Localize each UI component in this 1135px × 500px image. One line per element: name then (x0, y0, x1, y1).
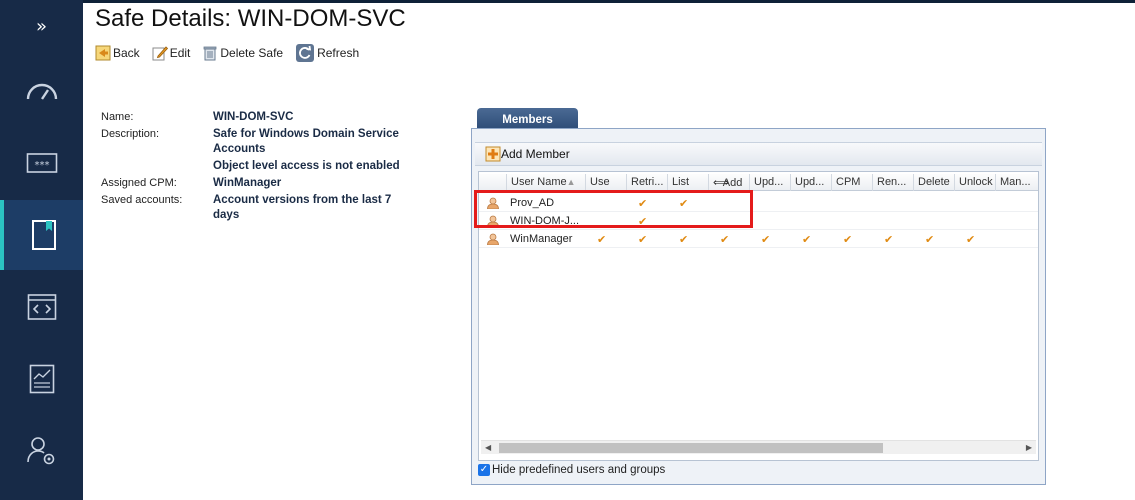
add-member-button[interactable]: Add Member (485, 146, 570, 162)
column-cpm[interactable]: CPM (831, 174, 872, 191)
name-label: Name: (101, 111, 134, 123)
delete-safe-button[interactable]: Delete Safe (202, 43, 283, 63)
column-use[interactable]: Use (585, 174, 626, 191)
name-value: WIN-DOM-SVC (213, 111, 294, 123)
user-settings-icon (26, 437, 54, 465)
back-label: Back (113, 46, 140, 60)
back-arrow-icon (95, 45, 111, 61)
checkbox-checked-icon[interactable]: ✓ (478, 464, 490, 476)
sidebar-item-applications[interactable] (0, 272, 83, 342)
saved-accounts-label: Saved accounts: (101, 194, 183, 206)
scroll-right-icon[interactable]: ▶ (1026, 441, 1032, 455)
user-name-cell[interactable]: WinManager (510, 230, 572, 248)
saved-accounts-value: Account versions from the last 7 days (213, 194, 392, 221)
permission-check-icon: ✔ (925, 233, 935, 246)
highlight-annotation-box (474, 190, 753, 228)
description-label: Description: (101, 128, 160, 140)
column-delete[interactable]: Delete (913, 174, 954, 191)
column-add[interactable]: ⟺Add (708, 174, 749, 191)
refresh-button[interactable]: Refresh (295, 43, 359, 63)
sidebar: » *** (0, 0, 83, 500)
permission-check-icon: ✔ (802, 233, 812, 246)
description-value: Safe for Windows Domain Service Accounts (213, 128, 399, 155)
scrollbar-thumb[interactable] (499, 443, 883, 453)
sidebar-item-passwords[interactable]: *** (0, 128, 83, 198)
scroll-left-icon[interactable]: ◀ (485, 441, 491, 455)
column-update-content[interactable]: Upd... (749, 174, 790, 191)
horizontal-scrollbar[interactable]: ◀ ▶ (481, 440, 1036, 454)
access-note: Object level access is not enabled (213, 160, 400, 172)
permission-check-icon: ✔ (761, 233, 771, 246)
column-list[interactable]: List (667, 174, 708, 191)
action-toolbar: Back Edit Delete Safe Refresh (95, 43, 371, 63)
sidebar-item-dashboard[interactable] (0, 56, 83, 126)
sidebar-item-administration[interactable] (0, 416, 83, 486)
column-rename[interactable]: Ren... (872, 174, 913, 191)
sort-asc-icon: ▲ (566, 177, 576, 187)
table-row[interactable]: WinManager ✔ ✔ ✔ ✔ ✔ ✔ ✔ ✔ ✔ ✔ (479, 230, 1038, 248)
column-update-properties[interactable]: Upd... (790, 174, 831, 191)
add-member-label: Add Member (501, 147, 570, 161)
dashboard-gauge-icon (26, 83, 57, 100)
assigned-cpm-value: WinManager (213, 177, 282, 189)
permission-check-icon: ✔ (638, 233, 648, 246)
hide-predefined-checkbox[interactable]: ✓ Hide predefined users and groups (478, 464, 665, 476)
svg-text:***: *** (34, 160, 49, 171)
permission-check-icon: ✔ (966, 233, 976, 246)
permission-check-icon: ✔ (843, 233, 853, 246)
header-icon-column (479, 174, 506, 191)
top-border (0, 0, 1135, 3)
report-chart-icon (29, 364, 54, 394)
trash-icon (203, 46, 217, 61)
permission-check-icon: ✔ (597, 233, 607, 246)
code-window-icon (27, 294, 56, 320)
assigned-cpm-label: Assigned CPM: (101, 177, 177, 189)
hide-predefined-label: Hide predefined users and groups (492, 464, 666, 476)
delete-safe-label: Delete Safe (220, 46, 284, 60)
edit-label: Edit (169, 46, 191, 60)
column-manage[interactable]: Man... (995, 174, 1038, 191)
edit-pencil-icon (152, 46, 168, 61)
permission-check-icon: ✔ (720, 233, 730, 246)
tab-members[interactable]: Members (477, 108, 578, 129)
back-button[interactable]: Back (95, 43, 140, 63)
permission-check-icon: ✔ (884, 233, 894, 246)
bookmark-policies-icon (31, 220, 56, 250)
add-plus-icon (485, 146, 501, 162)
members-toolbar: Add Member (475, 142, 1042, 166)
page-title: Safe Details: WIN-DOM-SVC (95, 5, 406, 32)
password-field-icon: *** (26, 153, 57, 173)
expand-sidebar-icon[interactable]: » (0, 16, 83, 37)
column-user-name[interactable]: User Name▲ (506, 174, 585, 191)
refresh-icon (296, 44, 315, 62)
members-panel: Add Member User Name▲ Use Retri... List … (471, 128, 1046, 485)
refresh-label: Refresh (317, 46, 360, 60)
grid-header: User Name▲ Use Retri... List ⟺Add Upd...… (479, 174, 1038, 191)
column-retrieve[interactable]: Retri... (626, 174, 667, 191)
permission-check-icon: ✔ (679, 233, 689, 246)
sidebar-item-policies[interactable] (0, 200, 83, 270)
column-unlock[interactable]: Unlock (954, 174, 995, 191)
edit-button[interactable]: Edit (152, 43, 191, 63)
sidebar-item-reports[interactable] (0, 344, 83, 414)
user-icon (487, 233, 499, 245)
